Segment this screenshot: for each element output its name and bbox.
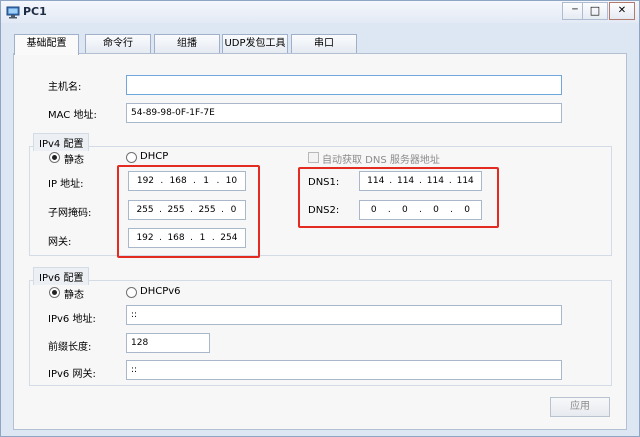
window-title: PC1 xyxy=(23,5,47,18)
ipv6-static-radio[interactable] xyxy=(49,287,60,298)
hostname-label: 主机名: xyxy=(48,82,82,93)
subnet-mask-label: 子网掩码: xyxy=(48,208,92,219)
title-bar[interactable]: PC1 ─ □ ✕ xyxy=(1,1,639,23)
dns-highlight-box xyxy=(298,167,499,228)
apply-button[interactable]: 应用 xyxy=(550,397,610,417)
ip-highlight-box xyxy=(117,165,260,258)
ipv6-legend: IPv6 配置 xyxy=(33,267,90,285)
hostname-input[interactable] xyxy=(126,75,562,95)
ip-address-label: IP 地址: xyxy=(48,179,84,190)
window: PC1 ─ □ ✕ 基础配置 命令行 组播 UDP发包工具 串口 主机名: MA… xyxy=(0,0,640,437)
tab-udp-tool[interactable]: UDP发包工具 xyxy=(222,34,288,54)
close-icon: ✕ xyxy=(617,5,627,16)
tab-command-line[interactable]: 命令行 xyxy=(85,34,151,54)
tab-basic-config[interactable]: 基础配置 xyxy=(14,34,79,55)
gateway-label: 网关: xyxy=(48,237,72,248)
maximize-icon: □ xyxy=(589,4,601,17)
ipv6-gateway-input[interactable]: :: xyxy=(126,360,562,380)
prefix-length-label: 前缀长度: xyxy=(48,342,92,353)
ipv6-address-label: IPv6 地址: xyxy=(48,314,96,325)
prefix-length-input[interactable]: 128 xyxy=(126,333,210,353)
ipv4-static-label: 静态 xyxy=(64,155,84,166)
ipv6-dhcp-label: DHCPv6 xyxy=(140,286,181,297)
ipv6-address-input[interactable]: :: xyxy=(126,305,562,325)
auto-dns-checkbox[interactable] xyxy=(308,152,319,163)
auto-dns-label: 自动获取 DNS 服务器地址 xyxy=(322,155,440,166)
ipv4-legend: IPv4 配置 xyxy=(33,133,90,151)
ipv4-dhcp-label: DHCP xyxy=(140,151,169,162)
ipv4-static-radio[interactable] xyxy=(49,152,60,163)
ipv4-dhcp-radio[interactable] xyxy=(126,152,137,163)
tab-multicast[interactable]: 组播 xyxy=(154,34,220,54)
maximize-button[interactable]: □ xyxy=(582,2,608,20)
ipv6-static-label: 静态 xyxy=(64,290,84,301)
mac-label: MAC 地址: xyxy=(48,110,97,121)
tab-serial[interactable]: 串口 xyxy=(291,34,357,54)
mac-input[interactable]: 54-89-98-0F-1F-7E xyxy=(126,103,562,123)
ipv6-gateway-label: IPv6 网关: xyxy=(48,369,96,380)
ipv6-dhcp-radio[interactable] xyxy=(126,287,137,298)
close-button[interactable]: ✕ xyxy=(609,2,635,20)
app-monitor-icon xyxy=(6,6,20,19)
